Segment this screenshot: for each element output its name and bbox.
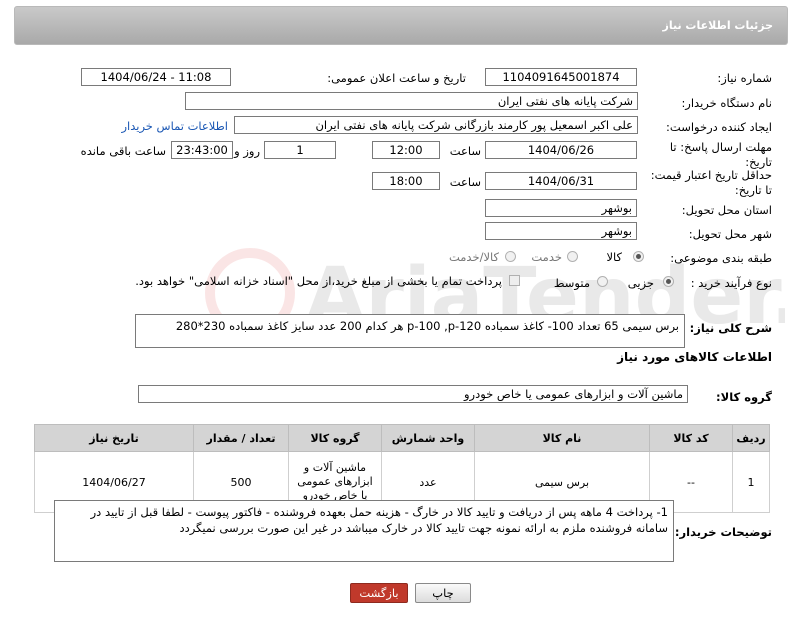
need-number-label: شماره نیاز: bbox=[717, 71, 772, 85]
table-header-row: ردیف کد کالا نام کالا واحد شمارش گروه کا… bbox=[34, 424, 770, 452]
col-row: ردیف bbox=[732, 424, 770, 452]
goods-group-field: ماشین آلات و ابزارهای عمومی یا خاص خودرو bbox=[138, 385, 688, 403]
validity-date-field: 1404/06/31 bbox=[485, 172, 637, 190]
process-radio-medium[interactable] bbox=[597, 276, 608, 287]
page-title: جزئیات اطلاعات نیاز bbox=[662, 19, 774, 32]
description-field: برس سیمی 65 تعداد 100- کاغذ سمباده p-100… bbox=[135, 314, 685, 348]
process-option-minor: جزیی bbox=[627, 276, 654, 290]
buyer-org-field: شرکت پایانه های نفتی ایران bbox=[185, 92, 638, 110]
province-field: بوشهر bbox=[485, 199, 637, 217]
remaining-time-field: 23:43:00 bbox=[171, 141, 233, 159]
col-code: کد کالا bbox=[649, 424, 733, 452]
back-button[interactable]: بازگشت bbox=[350, 583, 408, 603]
days-field: 1 bbox=[264, 141, 336, 159]
requester-label: ایجاد کننده درخواست: bbox=[666, 120, 772, 134]
validity-time-label: ساعت bbox=[449, 175, 481, 189]
goods-group-label: گروه کالا: bbox=[716, 390, 772, 404]
buyer-notes-label: توضیحات خریدار: bbox=[674, 525, 772, 539]
category-option-goods-service: کالا/خدمت bbox=[448, 250, 499, 264]
deadline-date-field: 1404/06/26 bbox=[485, 141, 637, 159]
contact-info-link[interactable]: اطلاعات تماس خریدار bbox=[121, 119, 228, 133]
payment-checkbox[interactable] bbox=[509, 275, 520, 286]
announce-field: 1404/06/24 - 11:08 bbox=[81, 68, 231, 86]
cell-row: 1 bbox=[732, 451, 770, 513]
category-radio-goods-service[interactable] bbox=[505, 251, 516, 262]
print-button[interactable]: چاپ bbox=[415, 583, 471, 603]
validity-time-field: 18:00 bbox=[372, 172, 440, 190]
remaining-label: ساعت باقی مانده bbox=[80, 144, 166, 158]
validity-label: حداقل تاریخ اعتبار قیمت: تا تاریخ: bbox=[650, 168, 772, 197]
col-group: گروه کالا bbox=[288, 424, 382, 452]
col-name: نام کالا bbox=[474, 424, 650, 452]
announce-label: تاریخ و ساعت اعلان عمومی: bbox=[327, 71, 466, 85]
process-radio-minor[interactable] bbox=[663, 276, 674, 287]
deadline-time-label: ساعت bbox=[449, 144, 481, 158]
category-radio-goods[interactable] bbox=[633, 251, 644, 262]
description-label: شرح کلی نیاز: bbox=[689, 321, 772, 335]
category-radio-service[interactable] bbox=[567, 251, 578, 262]
days-label: روز و bbox=[234, 144, 260, 158]
col-date: تاریخ نیاز bbox=[34, 424, 194, 452]
requester-field: علی اکبر اسمعیل پور کارمند بازرگانی شرکت… bbox=[234, 116, 638, 134]
need-number-field: 1104091645001874 bbox=[485, 68, 637, 86]
city-label: شهر محل تحویل: bbox=[688, 227, 772, 241]
category-option-goods: کالا bbox=[606, 250, 622, 264]
province-label: استان محل تحویل: bbox=[681, 203, 772, 217]
process-label: نوع فرآیند خرید : bbox=[690, 276, 772, 290]
category-label: طبقه بندی موضوعی: bbox=[670, 251, 772, 265]
goods-section-title: اطلاعات کالاهای مورد نیاز bbox=[617, 350, 772, 364]
header-panel: جزئیات اطلاعات نیاز bbox=[14, 6, 788, 45]
deadline-label: مهلت ارسال پاسخ: تا تاریخ: bbox=[669, 140, 772, 169]
city-field: بوشهر bbox=[485, 222, 637, 240]
col-qty: تعداد / مقدار bbox=[193, 424, 289, 452]
process-option-medium: متوسط bbox=[553, 276, 590, 290]
buyer-notes-field: 1- پرداخت 4 ماهه پس از دریافت و تایید کا… bbox=[54, 500, 674, 562]
buyer-org-label: نام دستگاه خریدار: bbox=[681, 96, 772, 110]
category-option-service: خدمت bbox=[531, 250, 562, 264]
deadline-time-field: 12:00 bbox=[372, 141, 440, 159]
col-unit: واحد شمارش bbox=[381, 424, 475, 452]
payment-note: پرداخت تمام یا بخشی از مبلغ خرید،از محل … bbox=[135, 274, 502, 288]
